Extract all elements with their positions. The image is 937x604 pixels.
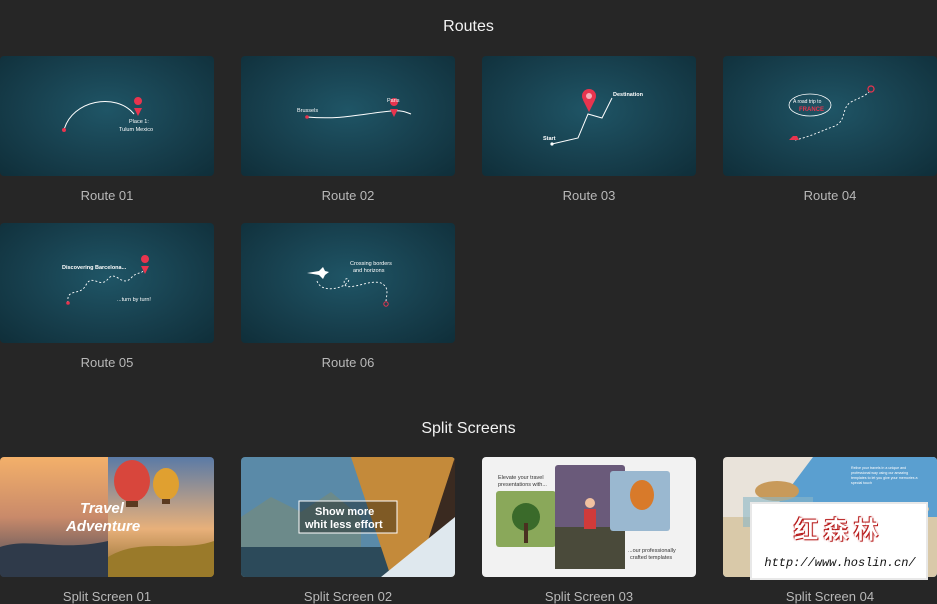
split-screen-card-01[interactable]: Travel Adventure Split Screen 01 [0, 457, 214, 604]
route-text: A road trip to [793, 99, 822, 105]
split-title-text: Adventure [65, 518, 140, 535]
route-text: Brussels [297, 108, 318, 114]
route-card-06[interactable]: Crossing borders and horizons Route 06 [241, 223, 455, 370]
section-title-split-screens: Split Screens [421, 420, 516, 437]
split-label: Split Screen 04 [785, 589, 875, 604]
location-pin-icon [134, 97, 143, 116]
route-text: Place 1: [129, 119, 149, 125]
route-card-04[interactable]: A road trip to FRANCE Route 04 [723, 56, 937, 203]
route-thumbnail[interactable]: A road trip to FRANCE [723, 56, 937, 176]
split-screen-thumbnail[interactable]: Travel Adventure [0, 457, 214, 577]
split-text: templates to let you give your memories … [851, 476, 918, 480]
route-thumbnail[interactable]: Crossing borders and horizons [241, 223, 455, 343]
route-card-02[interactable]: Brussels Paris Route 02 [241, 56, 455, 203]
route-text: Tulum Mexico [119, 127, 153, 133]
split-screen-thumbnail[interactable]: Elevate your travel presentations with..… [482, 457, 696, 577]
route-text: Destination [613, 92, 644, 98]
route-text: Start [543, 136, 556, 142]
route-text: Paris [387, 98, 400, 104]
split-label: Split Screen 02 [303, 589, 393, 604]
route-text: Discovering Barcelona... [62, 265, 127, 271]
car-icon [789, 136, 799, 140]
split-text: special touch [851, 481, 872, 485]
route-label: Route 01 [80, 188, 134, 203]
section-title-routes: Routes [443, 18, 494, 35]
split-screen-thumbnail[interactable]: Show more whit less effort [241, 457, 455, 577]
route-01-graphic: Place 1: Tulum Mexico [62, 97, 153, 133]
route-text: Crossing borders [350, 261, 392, 267]
route-thumbnail[interactable]: Brussels Paris [241, 56, 455, 176]
route-label: Route 02 [321, 188, 375, 203]
route-06-graphic: Crossing borders and horizons [307, 261, 392, 307]
route-thumbnail[interactable]: Discovering Barcelona... ...turn by turn… [0, 223, 214, 343]
route-05-graphic: Discovering Barcelona... ...turn by turn… [62, 255, 151, 305]
route-text: ...turn by turn! [117, 297, 151, 303]
split-screen-card-03[interactable]: Elevate your travel presentations with..… [482, 457, 696, 604]
route-04-graphic: A road trip to FRANCE [788, 85, 875, 141]
watermark-brand-text: 红森林 [794, 517, 884, 544]
route-label: Route 06 [321, 355, 375, 370]
balloon-icon [630, 480, 654, 510]
airplane-icon [307, 267, 329, 279]
route-label: Route 05 [80, 355, 134, 370]
location-pin-icon [867, 85, 875, 93]
split-title-text: Travel [80, 500, 125, 517]
split-text: Elevate your travel [498, 475, 544, 481]
split-text: crafted templates [630, 555, 672, 561]
split-label: Split Screen 01 [62, 589, 152, 604]
route-card-01[interactable]: Place 1: Tulum Mexico Route 01 [0, 56, 214, 203]
route-text: FRANCE [799, 107, 824, 113]
location-pin-icon [141, 255, 150, 274]
route-thumbnail[interactable]: Start Destination [482, 56, 696, 176]
route-card-03[interactable]: Start Destination Route 03 [482, 56, 696, 203]
split-text: Relive your travels in a unique and [851, 466, 906, 470]
split-01-graphic: Travel Adventure [0, 457, 214, 577]
split-title-text: Show more [315, 506, 374, 518]
route-card-05[interactable]: Discovering Barcelona... ...turn by turn… [0, 223, 214, 370]
watermark-url: http://www.hoslin.cn/ [760, 554, 920, 572]
split-screen-card-02[interactable]: Show more whit less effort Split Screen … [241, 457, 455, 604]
watermark-logo: 红森林 http://www.hoslin.cn/ [750, 502, 928, 580]
route-02-graphic: Brussels Paris [297, 98, 412, 119]
split-text: ...our professionally [628, 548, 676, 554]
split-text: professional way using our amazing [851, 471, 908, 475]
split-02-graphic: Show more whit less effort [241, 457, 455, 577]
route-label: Route 04 [803, 188, 857, 203]
route-label: Route 03 [562, 188, 616, 203]
split-03-graphic: Elevate your travel presentations with..… [482, 457, 696, 577]
split-text: presentations with... [498, 482, 547, 488]
route-thumbnail[interactable]: Place 1: Tulum Mexico [0, 56, 214, 176]
split-label: Split Screen 03 [544, 589, 634, 604]
split-title-text: whit less effort [304, 519, 383, 531]
route-03-graphic: Start Destination [543, 89, 644, 146]
balloon-icon [114, 460, 150, 502]
route-text: and horizons [353, 268, 385, 274]
